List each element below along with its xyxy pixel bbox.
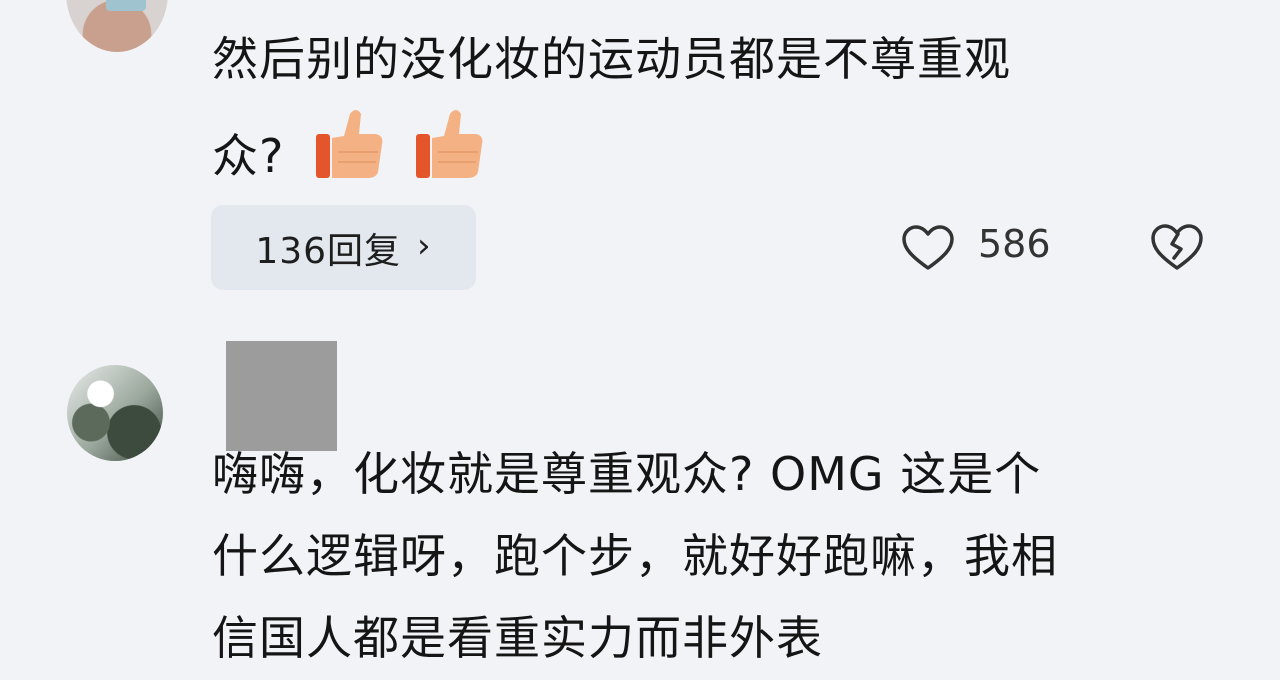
heart-icon[interactable] <box>901 224 955 272</box>
chevron-right-icon: › <box>417 225 432 266</box>
avatar[interactable] <box>66 0 168 52</box>
view-replies-button[interactable]: 136回复 › <box>211 205 476 290</box>
like-count: 586 <box>978 222 1051 266</box>
comment-feed: 然后别的没化妆的运动员都是不尊重观 众? 136回复 › 586 嗨嗨，化妆就是… <box>0 0 1280 680</box>
comment-text-line: 然后别的没化妆的运动员都是不尊重观 <box>212 32 1011 86</box>
avatar[interactable] <box>67 365 163 461</box>
avatar-image-detail <box>106 0 146 11</box>
comment-text-line: 什么逻辑呀，跑个步，就好好跑嘛，我相 <box>212 529 1058 583</box>
comment-text-line: 嗨嗨，化妆就是尊重观众? OMG 这是个 <box>212 447 1042 501</box>
comment-text: 众? <box>212 129 285 183</box>
reply-count-label: 136回复 <box>255 230 402 272</box>
comment-text-line: 众? <box>212 106 484 199</box>
thumbs-up-icon <box>415 110 483 178</box>
broken-heart-icon[interactable] <box>1150 222 1204 272</box>
thumbs-up-icon <box>316 110 383 178</box>
comment-text-line: 信国人都是看重实力而非外表 <box>212 611 823 665</box>
